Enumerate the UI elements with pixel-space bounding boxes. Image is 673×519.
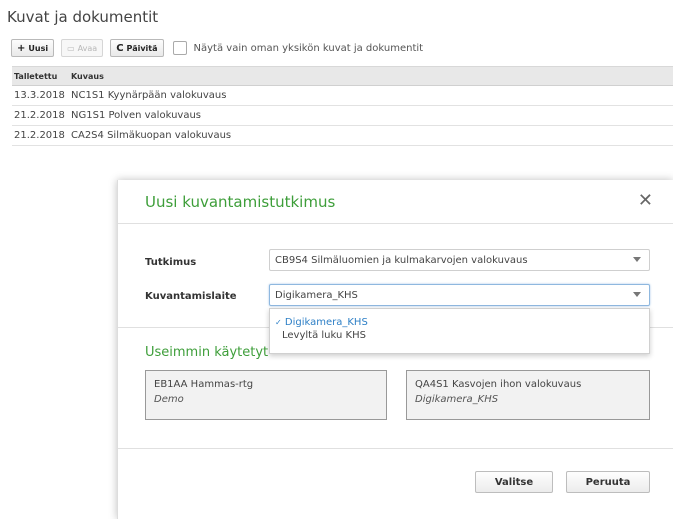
favorite-name: EB1AA Hammas-rtg: [154, 379, 254, 390]
own-unit-checkbox-label: Näytä vain oman yksikön kuvat ja dokumen…: [193, 42, 424, 54]
row-description: NG1S1 Polven valokuvaus: [71, 110, 201, 121]
kuvantamislaite-select[interactable]: Digikamera_KHS: [269, 284, 650, 306]
new-imaging-study-dialog: Uusi kuvantamistutkimus ✕ Tutkimus CB9S4…: [117, 180, 673, 519]
table-row[interactable]: 21.2.2018 NG1S1 Polven valokuvaus: [12, 106, 673, 126]
own-unit-filter: Näytä vain oman yksikön kuvat ja dokumen…: [172, 41, 424, 55]
table-row[interactable]: 13.3.2018 NC1S1 Kyynärpään valokuvaus: [12, 86, 673, 106]
column-header-talletettu[interactable]: Talletettu: [12, 72, 69, 81]
table-row[interactable]: 21.2.2018 CA2S4 Silmäkuopan valokuvaus: [12, 126, 673, 146]
row-date: 13.3.2018: [14, 90, 65, 101]
refresh-button[interactable]: C Päivitä: [110, 39, 164, 57]
tutkimus-select-value: CB9S4 Silmäluomien ja kulmakarvojen valo…: [275, 254, 528, 266]
dropdown-option-label: Levyltä luku KHS: [282, 330, 366, 341]
toolbar: + Uusi ▭ Avaa C Päivitä Näytä vain oman …: [11, 38, 423, 58]
favorite-device: Digikamera_KHS: [415, 394, 499, 405]
own-unit-checkbox[interactable]: [172, 41, 187, 55]
row-date: 21.2.2018: [14, 110, 65, 121]
divider: [118, 448, 673, 449]
kuvantamislaite-label: Kuvantamislaite: [145, 291, 237, 302]
refresh-button-label: Päivitä: [126, 43, 158, 53]
dropdown-option[interactable]: ✓ Digikamera_KHS: [270, 316, 649, 329]
check-icon: ✓: [275, 318, 282, 327]
favorite-card[interactable]: QA4S1 Kasvojen ihon valokuvaus Digikamer…: [406, 370, 650, 420]
tutkimus-label: Tutkimus: [145, 257, 197, 268]
open-button[interactable]: ▭ Avaa: [61, 39, 104, 57]
close-icon[interactable]: ✕: [638, 192, 653, 210]
new-button[interactable]: + Uusi: [11, 39, 55, 57]
kuvantamislaite-select-value: Digikamera_KHS: [275, 289, 358, 301]
kuvantamislaite-dropdown: ✓ Digikamera_KHS Levyltä luku KHS: [269, 308, 650, 354]
select-button[interactable]: Valitse: [475, 471, 553, 493]
column-header-kuvaus[interactable]: Kuvaus: [69, 72, 673, 81]
cancel-button[interactable]: Peruuta: [566, 471, 650, 493]
divider: [118, 223, 673, 224]
table-header: Talletettu Kuvaus: [12, 66, 673, 86]
favorite-device: Demo: [154, 394, 184, 405]
row-date: 21.2.2018: [14, 130, 65, 141]
row-description: CA2S4 Silmäkuopan valokuvaus: [71, 130, 232, 141]
new-button-label: Uusi: [28, 43, 49, 53]
dropdown-option[interactable]: Levyltä luku KHS: [270, 329, 649, 342]
plus-icon: +: [17, 42, 26, 54]
favorite-card[interactable]: EB1AA Hammas-rtg Demo: [145, 370, 387, 420]
dropdown-option-label: Digikamera_KHS: [284, 317, 368, 328]
page-title: Kuvat ja dokumentit: [7, 8, 159, 26]
refresh-icon: C: [116, 42, 124, 54]
folder-icon: ▭: [67, 43, 75, 53]
documents-table: Talletettu Kuvaus 13.3.2018 NC1S1 Kyynär…: [12, 66, 673, 146]
tutkimus-select[interactable]: CB9S4 Silmäluomien ja kulmakarvojen valo…: [269, 249, 650, 271]
chevron-down-icon: [633, 257, 641, 262]
favorites-title: Useimmin käytetyt: [145, 345, 269, 360]
open-button-label: Avaa: [77, 43, 98, 53]
row-description: NC1S1 Kyynärpään valokuvaus: [71, 90, 227, 101]
dialog-title: Uusi kuvantamistutkimus: [145, 193, 336, 211]
chevron-down-icon: [633, 292, 641, 297]
favorite-name: QA4S1 Kasvojen ihon valokuvaus: [415, 379, 582, 390]
